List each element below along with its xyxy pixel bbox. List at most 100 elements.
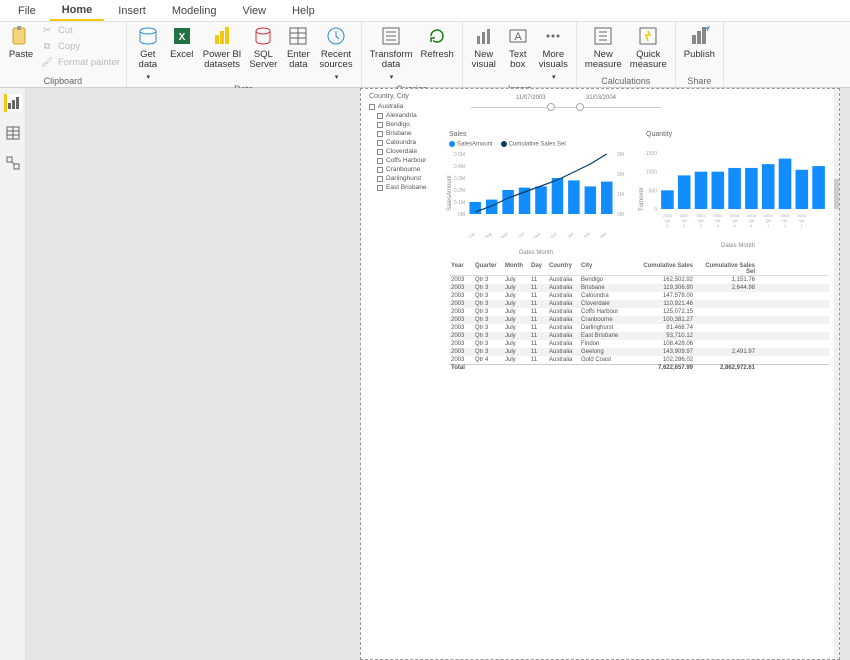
checkbox-icon[interactable] [377,113,383,119]
recent-sources-button[interactable]: Recent sources [315,22,356,83]
table-footer: Total 7,622,657.99 2,862,972.61 [449,364,829,371]
tab-home[interactable]: Home [50,1,105,21]
table-row[interactable]: 2003Qtr 4July11AustraliaGold Coast102,28… [449,356,829,364]
column-header[interactable]: Day [531,263,547,275]
slicer-item[interactable]: Cloverdale [369,147,439,156]
column-header[interactable]: Year [451,263,473,275]
enter-data-button[interactable]: Enter data [281,22,315,70]
sql-server-button[interactable]: SQL Server [245,22,281,70]
copy-button[interactable]: ⧉Copy [38,38,122,54]
canvas[interactable]: Country, City AustraliaAlexandriaBendigo… [26,88,850,660]
checkbox-icon[interactable] [377,122,383,128]
tab-file[interactable]: File [6,2,48,20]
table-row[interactable]: 2003Qtr 3July11AustraliaEast Brisbane93,… [449,332,829,340]
svg-text:1000: 1000 [646,170,657,176]
slider-thumb-to[interactable] [576,103,584,111]
checkbox-icon[interactable] [377,158,383,164]
table-row[interactable]: 2003Qtr 3July11AustraliaCoffs Harbour125… [449,308,829,316]
more-visuals-icon [541,24,565,48]
table-row[interactable]: 2003Qtr 3July11AustraliaGeelong143,909.9… [449,348,829,356]
column-header[interactable]: Quarter [475,263,503,275]
new-measure-button[interactable]: New measure [581,22,626,70]
paste-icon [9,24,33,48]
table-row[interactable]: 2003Qtr 3July11AustraliaDarlinghurst81,4… [449,324,829,332]
tab-help[interactable]: Help [280,2,327,20]
refresh-button[interactable]: Refresh [417,22,458,60]
canvas-padding [26,88,360,660]
table-row[interactable]: 2003Qtr 3July11AustraliaFindon108,428.06 [449,340,829,348]
ribbon: Paste ✂Cut ⧉Copy 🖌Format painter Clipboa… [0,22,850,88]
enter-data-icon [286,24,310,48]
format-painter-button[interactable]: 🖌Format painter [38,54,122,70]
slicer-item[interactable]: Australia [369,102,439,111]
text-box-button[interactable]: AText box [501,22,535,70]
transform-data-button[interactable]: Transform data [366,22,417,83]
table-row[interactable]: 2003Qtr 3July11AustraliaBrisbane119,306.… [449,284,829,292]
get-data-icon [136,24,160,48]
slicer-item[interactable]: Alexandria [369,111,439,120]
svg-text:4: 4 [750,223,753,228]
slicer-item[interactable]: Cranbourne [369,165,439,174]
table-row[interactable]: 2003Qtr 3July11AustraliaBendigo162,502.9… [449,276,829,284]
group-share: Publish Share [676,22,724,87]
copy-icon: ⧉ [40,39,54,53]
slicer-item[interactable]: Bendigo [369,120,439,129]
checkbox-icon[interactable] [377,167,383,173]
tab-insert[interactable]: Insert [106,2,158,20]
new-visual-icon [472,24,496,48]
quick-measure-button[interactable]: Quick measure [626,22,671,70]
qty-chart[interactable]: 1500100050002003Qtr32003Qtr32003Qtr32003… [641,149,831,231]
svg-text:3: 3 [683,223,686,228]
publish-icon [687,24,711,48]
cut-button[interactable]: ✂Cut [38,22,122,38]
new-visual-button[interactable]: New visual [467,22,501,70]
column-header[interactable]: City [581,263,631,275]
paste-button[interactable]: Paste [4,22,38,60]
sales-ylabel: SalesAmount [447,175,453,211]
slicer-item[interactable]: Brisbane [369,129,439,138]
report-scrollbar[interactable] [834,89,839,659]
checkbox-icon[interactable] [377,149,383,155]
model-view-icon[interactable] [4,154,22,172]
tab-view[interactable]: View [230,2,278,20]
slider-thumb-from[interactable] [547,103,555,111]
pbi-datasets-button[interactable]: Power BI datasets [199,22,246,70]
column-header[interactable]: Cumulative Sales Sel [695,263,755,275]
data-table[interactable]: YearQuarterMonthDayCountryCityCumulative… [449,263,829,371]
table-row[interactable]: 2003Qtr 3July11AustraliaCaloundra147,578… [449,292,829,300]
checkbox-icon[interactable] [377,176,383,182]
report-view-icon[interactable] [4,94,22,112]
qty-chart-title: Quantity [646,131,672,138]
qty-ylabel: Turnover [639,187,645,211]
brush-icon: 🖌 [40,55,54,69]
data-view-icon[interactable] [4,124,22,142]
svg-text:3: 3 [666,223,669,228]
sales-legend: SalesAmount Cumulative Sales Sel [449,141,629,148]
table-row[interactable]: 2003Qtr 3July11AustraliaCloverdale110,92… [449,300,829,308]
checkbox-icon[interactable] [377,185,383,191]
sales-chart[interactable]: SalesAmount Cumulative Sales Sel 0.5M0.4… [449,141,629,238]
slicer-dates[interactable]: 11/07/2003 31/03/2004 [461,95,671,108]
date-slider-track[interactable] [471,107,661,108]
excel-button[interactable]: XExcel [165,22,199,60]
checkbox-icon[interactable] [377,140,383,146]
slicer-item[interactable]: Coffs Harbour [369,156,439,165]
column-header[interactable]: Cumulative Sales [633,263,693,275]
get-data-button[interactable]: Get data [131,22,165,83]
slicer-country-city[interactable]: Country, City AustraliaAlexandriaBendigo… [369,93,439,192]
tab-modeling[interactable]: Modeling [160,2,229,20]
checkbox-icon[interactable] [377,131,383,137]
table-row[interactable]: 2003Qtr 3July11AustraliaCranbourne100,38… [449,316,829,324]
excel-icon: X [170,24,194,48]
slicer-item[interactable]: Caloundra [369,138,439,147]
publish-button[interactable]: Publish [680,22,719,60]
group-label-calculations: Calculations [601,75,650,87]
checkbox-icon[interactable] [369,104,375,110]
slicer-item[interactable]: East Brisbane [369,183,439,192]
report-page[interactable]: Country, City AustraliaAlexandriaBendigo… [360,88,840,660]
scrollbar-thumb[interactable] [834,179,839,209]
column-header[interactable]: Country [549,263,579,275]
more-visuals-button[interactable]: More visuals [535,22,572,83]
slicer-item[interactable]: Darlinghurst [369,174,439,183]
column-header[interactable]: Month [505,263,529,275]
